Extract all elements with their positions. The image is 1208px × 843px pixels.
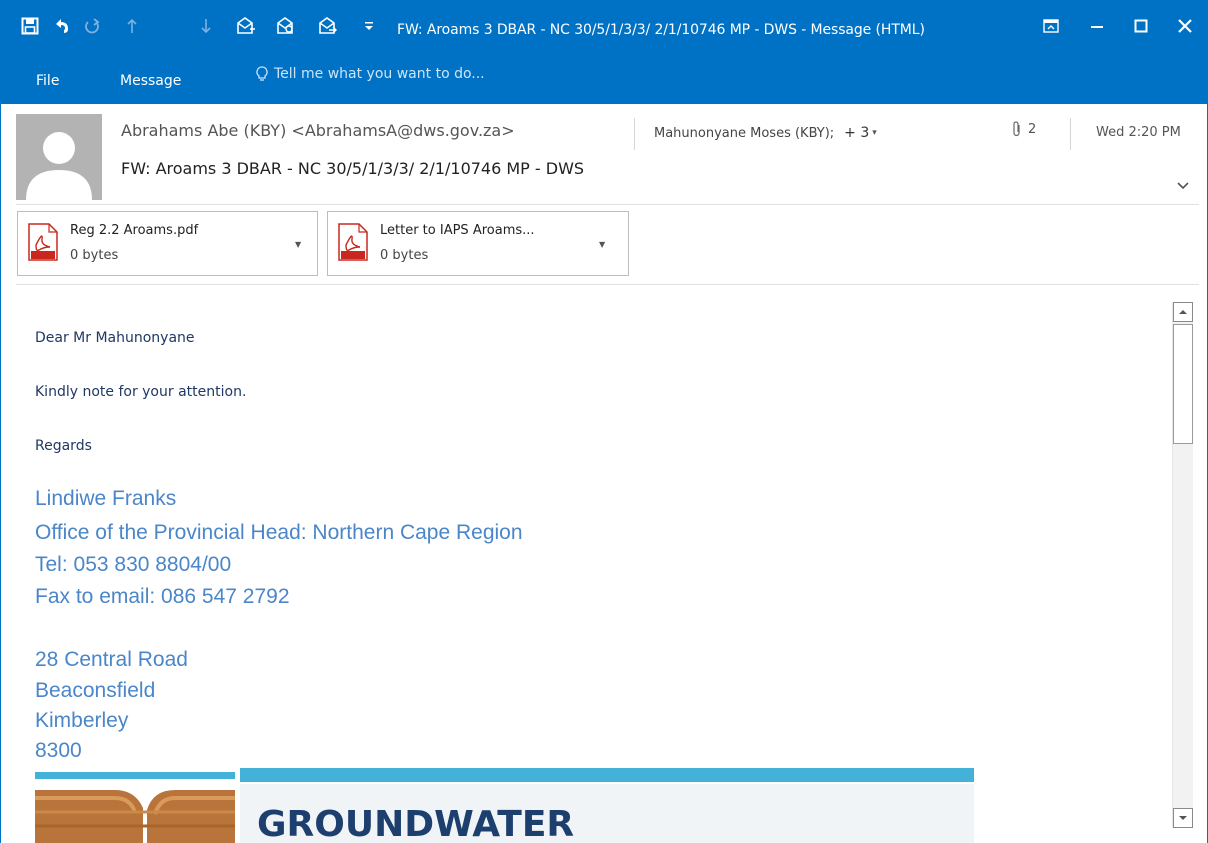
signature-tel: Tel: 053 830 8804/00 [35, 553, 232, 576]
tab-message[interactable]: Message [120, 73, 181, 89]
save-icon[interactable] [18, 14, 42, 38]
header-divider [634, 118, 635, 150]
arrow-up-icon[interactable] [122, 14, 142, 38]
avatar[interactable] [16, 114, 102, 200]
scrollbar-thumb[interactable] [1173, 324, 1193, 444]
signature-name: Lindiwe Franks [35, 487, 177, 510]
divider [16, 204, 1199, 205]
tab-file[interactable]: File [36, 73, 59, 89]
address-line: Beaconsfield [35, 679, 156, 702]
close-icon[interactable] [1170, 12, 1200, 40]
tell-me-search[interactable]: Tell me what you want to do... [256, 66, 485, 82]
signature-fax: Fax to email: 086 547 2792 [35, 585, 290, 608]
minimize-icon[interactable] [1082, 12, 1112, 40]
undo-icon[interactable] [50, 14, 74, 38]
more-recipients[interactable]: + 3 [844, 125, 869, 141]
sent-datetime: Wed 2:20 PM [1096, 125, 1181, 140]
divider [16, 284, 1199, 285]
attachment-item[interactable]: Letter to IAPS Aroams... 0 bytes ▼ [327, 211, 629, 276]
address-line: 28 Central Road [35, 648, 188, 671]
attachment-menu-caret-icon[interactable]: ▼ [599, 240, 605, 249]
paperclip-icon [1013, 121, 1020, 137]
attachment-menu-caret-icon[interactable]: ▼ [295, 240, 301, 249]
attachment-indicator: 2 [1012, 121, 1036, 137]
attachment-count: 2 [1028, 121, 1037, 137]
subject: FW: Aroams 3 DBAR - NC 30/5/1/3/3/ 2/1/1… [121, 159, 585, 178]
tell-me-placeholder: Tell me what you want to do... [274, 66, 485, 82]
header-divider [1070, 118, 1071, 150]
scroll-down-arrow-icon[interactable] [1173, 808, 1193, 828]
reply-icon[interactable] [234, 14, 258, 38]
body-line: Kindly note for your attention. [35, 384, 247, 400]
attachment-size: 0 bytes [70, 248, 119, 263]
ribbon-tabs: File Message Tell me what you want to do… [0, 54, 1208, 104]
arrow-down-icon[interactable] [196, 14, 216, 38]
customize-qat-icon[interactable] [362, 14, 376, 38]
pdf-icon [338, 223, 368, 265]
forward-icon[interactable] [316, 14, 340, 38]
more-recipients-caret-icon[interactable]: ▾ [872, 128, 877, 138]
body-closing: Regards [35, 438, 92, 454]
attachment-item[interactable]: Reg 2.2 Aroams.pdf 0 bytes ▼ [17, 211, 318, 276]
redo-icon[interactable] [80, 14, 104, 38]
signature-office: Office of the Provincial Head: Northern … [35, 521, 523, 544]
attachment-name: Letter to IAPS Aroams... [380, 223, 535, 238]
attachment-name: Reg 2.2 Aroams.pdf [70, 223, 199, 238]
pdf-icon [28, 223, 58, 265]
body-greeting: Dear Mr Mahunonyane [35, 330, 195, 346]
banner-text: GROUNDWATER [257, 804, 574, 843]
expand-header-chevron-icon[interactable] [1176, 176, 1190, 195]
attachment-size: 0 bytes [380, 248, 429, 263]
title-bar: FW: Aroams 3 DBAR - NC 30/5/1/3/3/ 2/1/1… [0, 0, 1208, 54]
recipients[interactable]: Mahunonyane Moses (KBY); + 3 ▾ [654, 125, 877, 141]
maximize-icon[interactable] [1126, 12, 1156, 40]
groundwater-banner-image: GROUNDWATER [35, 768, 974, 843]
lightbulb-icon [256, 66, 268, 81]
sender[interactable]: Abrahams Abe (KBY) <AbrahamsA@dws.gov.za… [121, 121, 515, 140]
ribbon-display-options-icon[interactable] [1036, 12, 1066, 40]
scroll-up-arrow-icon[interactable] [1173, 302, 1193, 322]
vertical-scrollbar[interactable] [1172, 302, 1193, 828]
reply-all-icon[interactable] [274, 14, 298, 38]
window-title: FW: Aroams 3 DBAR - NC 30/5/1/3/3/ 2/1/1… [397, 22, 925, 38]
address-line: 8300 [35, 739, 82, 762]
recipient-names[interactable]: Mahunonyane Moses (KBY); [654, 126, 834, 141]
address-line: Kimberley [35, 709, 129, 732]
